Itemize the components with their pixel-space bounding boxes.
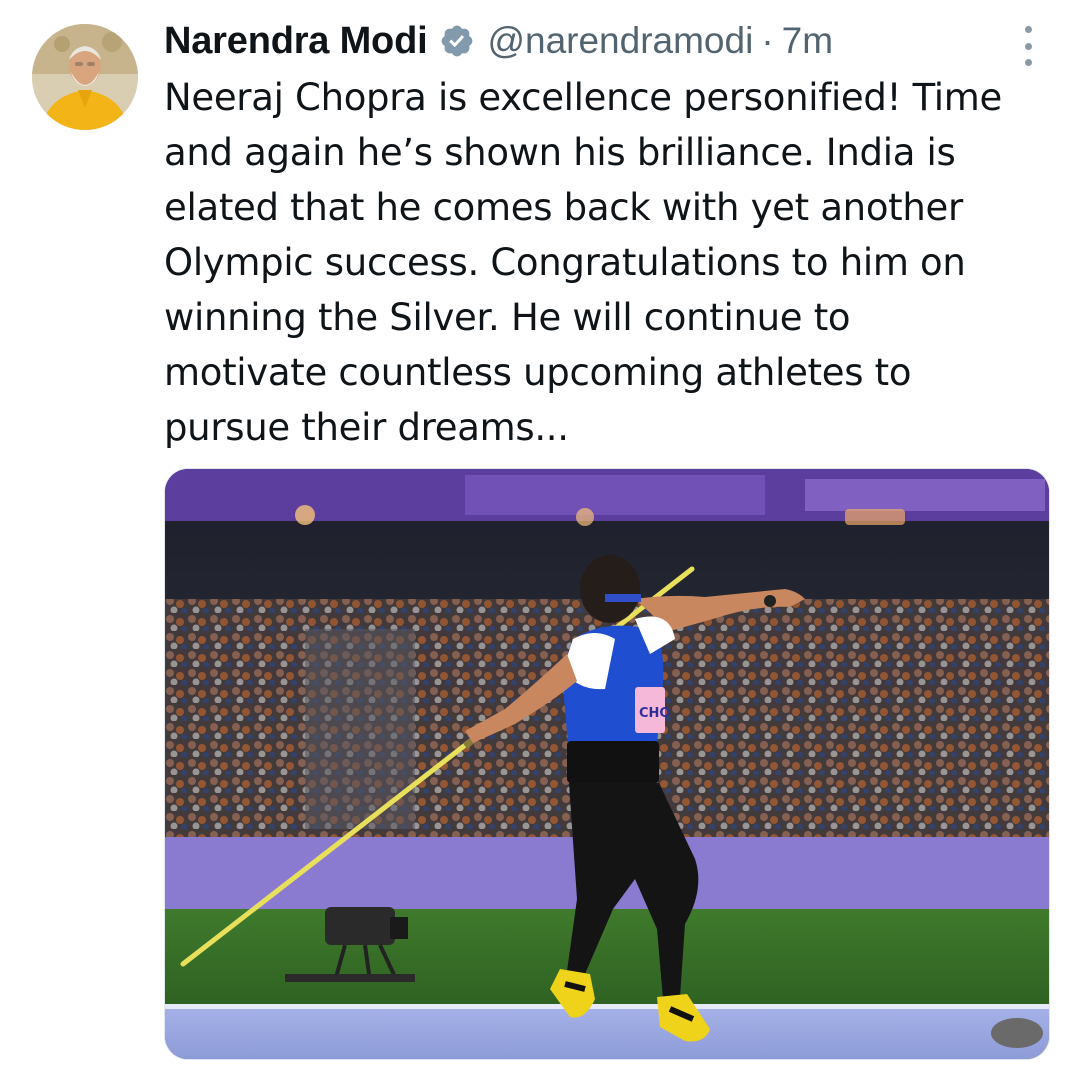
tweet[interactable]: Narendra Modi @narendramodi · 7m Neeraj …	[0, 0, 1080, 1086]
avatar[interactable]	[32, 24, 138, 130]
author-handle[interactable]: @narendramodi	[487, 20, 753, 62]
separator-dot: ·	[761, 20, 774, 61]
tweet-media-photo[interactable]: CHO	[164, 468, 1050, 1060]
javelin-athlete-photo: CHO	[165, 469, 1049, 1059]
svg-text:CHO: CHO	[639, 706, 670, 721]
profile-photo-icon	[32, 24, 138, 130]
verified-badge-icon	[439, 23, 475, 59]
tweet-header: Narendra Modi @narendramodi · 7m	[164, 16, 833, 66]
tweet-text: Neeraj Chopra is excellence personified!…	[164, 76, 1002, 449]
more-options-button[interactable]	[1016, 26, 1040, 66]
timestamp[interactable]: 7m	[782, 20, 833, 62]
more-vertical-icon	[1024, 26, 1032, 33]
display-name[interactable]: Narendra Modi	[164, 20, 428, 63]
